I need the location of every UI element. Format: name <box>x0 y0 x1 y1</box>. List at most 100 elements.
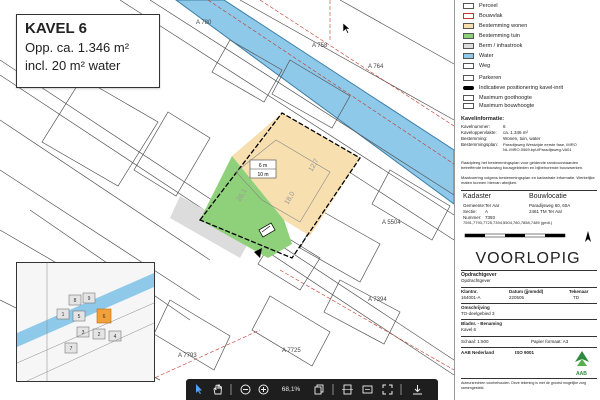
copy-button[interactable] <box>312 382 326 397</box>
voorlopig-stamp: VOORLOPIG <box>475 250 581 267</box>
legend-swatch <box>463 43 474 49</box>
inset-lot-label: 3 <box>82 330 85 336</box>
divider <box>461 270 597 271</box>
klantnr-value: 164001-A <box>461 295 481 300</box>
kavelinfo-note: Maatvoering volgens bestemmingsplan en k… <box>461 175 595 185</box>
toolbar-separator <box>230 384 232 395</box>
mouse-cursor-icon <box>343 23 351 34</box>
divider <box>461 336 597 337</box>
kavelinfo-value: Paradijsweg Westzijde eerste fase, IMRO … <box>503 142 577 152</box>
zoom-in-icon <box>258 384 268 395</box>
inset-lot-label: 6 <box>103 314 106 320</box>
legend-label: Berm / infrastrook <box>479 43 523 49</box>
divider <box>461 347 597 348</box>
legend-swatch <box>463 3 474 9</box>
title-water: incl. 20 m² water <box>25 58 121 73</box>
inset-lot-label: 2 <box>98 332 101 338</box>
iso-label: ISO 9001 <box>515 350 535 355</box>
opdrachtgever-value: Opdrachtgever <box>461 278 491 283</box>
inset-lot-label: 9 <box>88 296 91 302</box>
viewer-toolbar: 68,1% <box>186 379 438 400</box>
legend-label: Weg <box>479 63 491 69</box>
fit-width-button[interactable] <box>360 382 374 397</box>
kavelinfo-note: Raadpleeg het bestemmingsplan voor gelde… <box>461 160 584 170</box>
fullscreen-button[interactable] <box>380 382 394 397</box>
legend-swatch <box>463 103 474 109</box>
title-heading: KAVEL 6 <box>25 20 87 37</box>
overview-inset-svg: 8 9 1 5 6 3 2 4 7 <box>17 263 154 381</box>
aab-logo-text: AAB <box>576 371 587 377</box>
overview-inset-map[interactable]: 8 9 1 5 6 3 2 4 7 <box>16 262 155 382</box>
bouwlocatie-heading: Bouwlocatie <box>529 193 567 200</box>
title-area: Opp. ca. 1.346 m² <box>25 40 130 55</box>
select-tool-button[interactable] <box>192 382 206 397</box>
label-a780: A 780 <box>196 20 212 26</box>
label-a7793: A 7793 <box>178 353 197 359</box>
legend-label: Indicatieve positionering kavel-inrit <box>479 85 564 91</box>
divider <box>461 190 597 191</box>
label-a7725: A 7725 <box>282 348 301 354</box>
inset-lot-label: 7 <box>70 346 73 352</box>
cursor-icon <box>196 384 202 394</box>
fit-width-icon <box>362 385 372 394</box>
legend-titleblock-panel: Perceel Bouwvlak Bestemming wonen Bestemmin… <box>454 0 600 400</box>
omschrijving-value: TO-deelgebied 3 <box>461 311 495 316</box>
divider <box>461 287 597 288</box>
kadaster-heading: Kadaster <box>463 193 492 200</box>
legend-label: Bestemming tuin <box>479 33 520 39</box>
label-a764: A 764 <box>368 64 384 70</box>
fit-page-icon <box>341 384 353 395</box>
divider <box>461 319 597 320</box>
label-10m: 10 m <box>257 172 268 178</box>
footer-note: Auteursrechten voorbehouden. Deze tekeni… <box>461 381 587 390</box>
zoom-in-button[interactable] <box>256 382 270 397</box>
bladnr-value: Kavel 6 <box>461 327 477 332</box>
inset-lot-label: 8 <box>74 298 77 304</box>
divider <box>461 303 597 304</box>
hand-icon <box>213 384 222 395</box>
kavelinfo-key: Bestemmingsplan: <box>461 142 499 147</box>
hand-tool-button[interactable] <box>210 382 224 397</box>
datum-value: 220505 <box>509 295 525 300</box>
scale-bar <box>464 233 566 238</box>
download-icon <box>412 385 422 395</box>
legend-swatch <box>463 23 474 29</box>
schaal: Schaal: 1:500 <box>461 339 489 344</box>
papierformaat: Papier formaat: A3 <box>531 339 569 344</box>
kavelinfo-heading: Kavelinformatie: <box>461 116 505 122</box>
legend-label: Perceel <box>479 3 498 9</box>
title-card: KAVEL 6 Opp. ca. 1.346 m² incl. 20 m² wa… <box>16 14 160 88</box>
company-name: AAB Nederland <box>461 350 495 355</box>
divider <box>461 378 597 379</box>
zoom-level[interactable]: 68,1% <box>274 382 308 397</box>
toolbar-separator <box>332 384 334 395</box>
aab-logo-icon <box>575 351 589 366</box>
legend-label: Maximum bouwhoogte <box>479 103 535 109</box>
fit-page-button[interactable] <box>340 382 354 397</box>
legend-label: Water <box>479 53 494 59</box>
legend-swatch <box>463 13 474 19</box>
label-a758: A 758 <box>312 43 328 49</box>
legend-swatch <box>463 95 474 101</box>
toolbar-separator <box>400 384 402 395</box>
north-arrow-icon <box>585 231 591 242</box>
download-button[interactable] <box>410 382 424 397</box>
legend-label: Bouwvlak <box>479 13 503 19</box>
legend-swatch <box>463 86 474 90</box>
address-line2: 2461 TM Ter Aar <box>529 209 563 214</box>
tekenaar-value: TD <box>573 295 579 300</box>
legend-label: Bestemming wonen <box>479 23 528 29</box>
legend-swatch <box>463 63 474 69</box>
label-a7394: A 7394 <box>368 297 387 303</box>
inset-lot-label: 5 <box>78 314 81 320</box>
perceelnummers: 7591,7793,7725,7394,5504,780,7858,7489 (… <box>463 220 553 225</box>
label-a5504: A 5504 <box>382 220 401 226</box>
copy-icon <box>314 384 324 395</box>
legend-label: Parkeren <box>479 75 502 81</box>
fullscreen-icon <box>382 384 392 395</box>
legend-swatch <box>463 53 474 59</box>
zoom-out-icon <box>240 384 250 395</box>
zoom-out-button[interactable] <box>238 382 252 397</box>
inset-lot-label: 1 <box>62 312 65 318</box>
label-6m: 6 m <box>259 163 267 169</box>
